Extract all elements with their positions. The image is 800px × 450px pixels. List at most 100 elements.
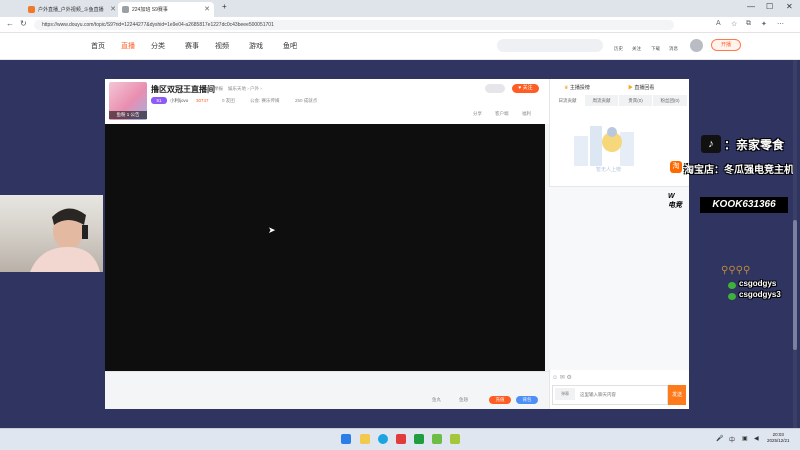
- app-icon[interactable]: [396, 434, 406, 444]
- fan-badge-suffix: 公告: [130, 112, 140, 117]
- nav-live[interactable]: 直播: [121, 41, 135, 51]
- taobao-icon: 淘: [670, 161, 682, 173]
- url-field[interactable]: https://www.douyu.com/topic/S9?rid=12244…: [34, 20, 674, 30]
- subtab-vip[interactable]: 贵宾(0): [619, 95, 652, 106]
- clock-date: 2025/12/21: [767, 438, 790, 443]
- new-tab-button[interactable]: +: [222, 2, 227, 11]
- tiktok-icon: ♪: [701, 135, 721, 153]
- settings-icon[interactable]: ⚙: [567, 375, 572, 381]
- wechat-id-1: csgodgys: [739, 279, 777, 288]
- chat-tools[interactable]: ☺ ✉ ⚙: [552, 374, 572, 381]
- room-category[interactable]: 娱乐天地 › 户外 ›: [228, 86, 262, 92]
- browser-tab[interactable]: 户外直播_户外视频_斗鱼直播 ✕: [24, 2, 120, 17]
- fans-count: 0 友团: [222, 98, 235, 103]
- streamer-name[interactable]: 小利ljovo: [170, 98, 188, 104]
- browser-tab-active[interactable]: 224加班 S9赛事 ✕: [118, 2, 214, 17]
- back-arrow-icon[interactable]: ←: [6, 19, 14, 28]
- woo-esports-logo: W 电竞: [668, 193, 682, 209]
- recharge-button[interactable]: 充值: [489, 396, 511, 404]
- tab-label: 直播回看: [634, 85, 655, 91]
- tab-anchor-rank[interactable]: ♛ 主播投榜: [564, 84, 590, 91]
- mouse-cursor-icon: ➤: [268, 225, 276, 235]
- nav-video[interactable]: 视频: [215, 41, 229, 51]
- follow-link[interactable]: 关注: [632, 46, 641, 52]
- tab-replay[interactable]: ▶ 直播回看: [628, 84, 654, 91]
- nav-category[interactable]: 分类: [151, 41, 165, 51]
- history-link[interactable]: 历史: [614, 46, 623, 52]
- fan-badge-label: 鱼粉: [116, 112, 126, 117]
- subtab-fanclub[interactable]: 粉丝团(0): [653, 95, 687, 106]
- app-icon[interactable]: [432, 434, 442, 444]
- scrollbar-thumb[interactable]: [793, 220, 797, 350]
- follow-label: 关注: [522, 85, 533, 91]
- nav-home[interactable]: 首页: [91, 41, 105, 51]
- fish-fin-counter[interactable]: 鱼翅: [459, 397, 468, 403]
- video-player[interactable]: [105, 124, 545, 371]
- fish-ball-counter[interactable]: 鱼丸: [432, 397, 441, 403]
- download-link[interactable]: 下载: [651, 46, 660, 52]
- close-window-button[interactable]: ✕: [786, 2, 793, 11]
- app-icon[interactable]: [414, 434, 424, 444]
- douyu-favicon-icon: [28, 6, 35, 13]
- room-title: 撸区双冠王直播间: [151, 85, 215, 94]
- nav-fishbar[interactable]: 鱼吧: [283, 41, 297, 51]
- close-tab-icon[interactable]: ✕: [204, 5, 210, 13]
- taobao-caption: 淘宝店：冬瓜强电竞主机: [684, 165, 794, 176]
- collections-icon[interactable]: ⧉: [746, 20, 751, 28]
- share-button[interactable]: 分享: [473, 111, 482, 117]
- more-menu-icon[interactable]: ⋯: [777, 20, 784, 28]
- windows-start-icon[interactable]: [341, 434, 351, 444]
- reload-icon[interactable]: ↻: [20, 19, 27, 28]
- user-avatar[interactable]: [690, 39, 703, 52]
- minimize-button[interactable]: —: [747, 2, 755, 11]
- nav-games[interactable]: 游戏: [249, 41, 263, 51]
- site-header: 首页 直播 分类 赛事 视频 游戏 鱼吧 历史 关注 下载 消息 开播: [0, 33, 800, 60]
- report-link[interactable]: 举报: [214, 86, 223, 92]
- input-method-icon[interactable]: 中: [729, 435, 735, 444]
- read-aloud-icon[interactable]: A: [716, 20, 721, 27]
- send-button[interactable]: 发送: [668, 385, 686, 405]
- nav-events[interactable]: 赛事: [185, 41, 199, 51]
- kook-banner: KOOK631366: [700, 197, 788, 213]
- tiktok-caption: ：亲家零食: [724, 138, 785, 152]
- wechat-icon: [728, 282, 736, 289]
- guild-notice: 公会: 赛乐传媒: [250, 98, 280, 103]
- theme-toggle[interactable]: [485, 84, 505, 93]
- follow-button[interactable]: ♥ 关注: [512, 84, 539, 93]
- client-button[interactable]: 客户端: [495, 111, 509, 117]
- maximize-button[interactable]: ☐: [766, 2, 773, 11]
- start-live-button[interactable]: 开播: [711, 39, 741, 51]
- microphone-icon[interactable]: 🎤: [716, 435, 723, 442]
- search-input[interactable]: [497, 39, 603, 52]
- empty-rank-text: 暂无人上榜: [596, 167, 622, 173]
- lollipop-icons: ⚲⚲⚲⚲: [721, 265, 751, 276]
- wechat-icon: [728, 293, 736, 300]
- backpack-button[interactable]: 背包: [516, 396, 538, 404]
- network-icon[interactable]: ▣: [742, 435, 748, 442]
- person-silhouette: [30, 208, 100, 272]
- megaphone-icon[interactable]: ✉: [560, 375, 565, 381]
- system-clock[interactable]: 20:03 2025/12/21: [767, 432, 790, 444]
- achievement-points: 250 成就点: [295, 98, 318, 103]
- chat-input[interactable]: [580, 388, 666, 400]
- emoji-icon[interactable]: ☺: [552, 375, 558, 381]
- subtab-weekly[interactable]: 周流贡献: [585, 95, 618, 106]
- hot-value: 30747: [196, 98, 209, 103]
- close-tab-icon[interactable]: ✕: [110, 5, 116, 13]
- gift-bar: [105, 371, 549, 408]
- edge-browser-icon[interactable]: [378, 434, 388, 444]
- empty-rank-illustration: [574, 126, 634, 166]
- subtab-daily[interactable]: 日流贡献: [551, 95, 584, 106]
- favorite-star-icon[interactable]: ☆: [731, 20, 737, 28]
- messages-link[interactable]: 消息: [669, 46, 678, 52]
- address-bar-row: ← ↻ https://www.douyu.com/topic/S9?rid=1…: [0, 17, 800, 33]
- file-explorer-icon[interactable]: [360, 434, 370, 444]
- benefits-button[interactable]: 福利: [522, 111, 531, 117]
- tab-label: 主播投榜: [569, 85, 590, 91]
- volume-icon[interactable]: ◀: [754, 435, 759, 442]
- fan-badge: 鱼粉 1 公告: [109, 111, 147, 119]
- extensions-icon[interactable]: ✦: [761, 20, 767, 28]
- app-icon[interactable]: [450, 434, 460, 444]
- chat-mode-button[interactable]: 弹幕: [555, 388, 575, 400]
- browser-tab-bar: 户外直播_户外视频_斗鱼直播 ✕ 224加班 S9赛事 ✕ + — ☐ ✕: [0, 0, 800, 17]
